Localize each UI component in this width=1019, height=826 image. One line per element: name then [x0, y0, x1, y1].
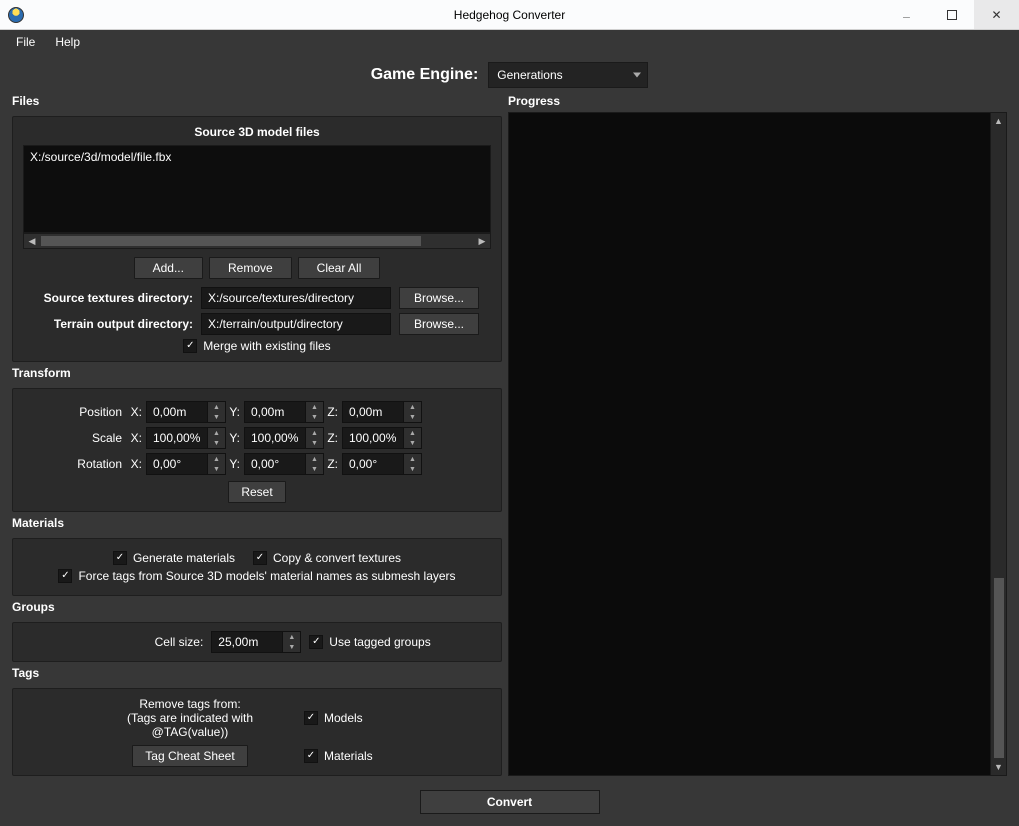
gen-materials-label: Generate materials	[133, 551, 235, 565]
merge-label: Merge with existing files	[203, 339, 330, 353]
tags-section-title: Tags	[12, 666, 502, 680]
tags-models-label: Models	[324, 711, 363, 725]
engine-value: Generations	[497, 68, 562, 82]
progress-output: ▲ ▼	[508, 112, 1007, 776]
scale-y-label: Y:	[226, 431, 244, 445]
tags-hint: Remove tags from: (Tags are indicated wi…	[90, 697, 290, 739]
engine-label: Game Engine:	[371, 66, 479, 84]
pos-z-label: Z:	[324, 405, 342, 419]
scale-z-input[interactable]: 100,00%▲▼	[342, 427, 422, 449]
files-section-title: Files	[12, 94, 502, 108]
menu-help[interactable]: Help	[47, 33, 88, 51]
force-tags-checkbox[interactable]	[58, 569, 72, 583]
textures-browse-button[interactable]: Browse...	[399, 287, 479, 309]
scale-y-input[interactable]: 100,00%▲▼	[244, 427, 324, 449]
window-title: Hedgehog Converter	[0, 8, 1019, 22]
vscroll-thumb[interactable]	[994, 578, 1004, 758]
hscroll-thumb[interactable]	[41, 236, 421, 246]
reset-button[interactable]: Reset	[228, 481, 285, 503]
scroll-up-icon[interactable]: ▲	[991, 113, 1006, 129]
output-input[interactable]	[201, 313, 391, 335]
pos-y-input[interactable]: 0,00m▲▼	[244, 401, 324, 423]
gen-materials-checkbox[interactable]	[113, 551, 127, 565]
progress-section-title: Progress	[508, 94, 1007, 108]
scale-x-label: X:	[128, 431, 146, 445]
groups-panel: Cell size: 25,00m▲▼ Use tagged groups	[12, 622, 502, 662]
engine-combo[interactable]: Generations	[488, 62, 648, 88]
tags-materials-label: Materials	[324, 749, 373, 763]
output-browse-button[interactable]: Browse...	[399, 313, 479, 335]
convert-button[interactable]: Convert	[420, 790, 600, 814]
clear-button[interactable]: Clear All	[298, 257, 381, 279]
transform-section-title: Transform	[12, 366, 502, 380]
rot-z-input[interactable]: 0,00°▲▼	[342, 453, 422, 475]
pos-z-input[interactable]: 0,00m▲▼	[342, 401, 422, 423]
output-label: Terrain output directory:	[23, 317, 193, 331]
copy-textures-label: Copy & convert textures	[273, 551, 401, 565]
position-label: Position	[23, 405, 128, 419]
force-tags-label: Force tags from Source 3D models' materi…	[78, 569, 455, 583]
scale-z-label: Z:	[324, 431, 342, 445]
tagged-groups-label: Use tagged groups	[329, 635, 430, 649]
rot-x-input[interactable]: 0,00°▲▼	[146, 453, 226, 475]
textures-input[interactable]	[201, 287, 391, 309]
files-heading: Source 3D model files	[23, 125, 491, 139]
chevron-down-icon	[633, 73, 641, 78]
copy-textures-checkbox[interactable]	[253, 551, 267, 565]
cell-size-input[interactable]: 25,00m▲▼	[211, 631, 301, 653]
files-panel: Source 3D model files X:/source/3d/model…	[12, 116, 502, 362]
materials-section-title: Materials	[12, 516, 502, 530]
scale-x-input[interactable]: 100,00%▲▼	[146, 427, 226, 449]
rotation-label: Rotation	[23, 457, 128, 471]
rot-z-label: Z:	[324, 457, 342, 471]
scale-label: Scale	[23, 431, 128, 445]
file-list[interactable]: X:/source/3d/model/file.fbx	[23, 145, 491, 233]
rot-x-label: X:	[128, 457, 146, 471]
tags-panel: Remove tags from: (Tags are indicated wi…	[12, 688, 502, 776]
file-list-item[interactable]: X:/source/3d/model/file.fbx	[30, 150, 484, 164]
rot-y-input[interactable]: 0,00°▲▼	[244, 453, 324, 475]
add-button[interactable]: Add...	[134, 257, 203, 279]
cell-size-label: Cell size:	[83, 635, 203, 649]
tags-materials-checkbox[interactable]	[304, 749, 318, 763]
pos-y-label: Y:	[226, 405, 244, 419]
tagged-groups-checkbox[interactable]	[309, 635, 323, 649]
titlebar: Hedgehog Converter _ ✕	[0, 0, 1019, 30]
groups-section-title: Groups	[12, 600, 502, 614]
textures-label: Source textures directory:	[23, 291, 193, 305]
pos-x-input[interactable]: 0,00m▲▼	[146, 401, 226, 423]
file-list-hscroll[interactable]: ◀ ▶	[23, 233, 491, 249]
tags-models-checkbox[interactable]	[304, 711, 318, 725]
menubar: File Help	[0, 30, 1019, 54]
remove-button[interactable]: Remove	[209, 257, 292, 279]
scroll-left-icon[interactable]: ◀	[24, 236, 40, 247]
transform-panel: Position X: 0,00m▲▼ Y: 0,00m▲▼ Z: 0,00m▲…	[12, 388, 502, 512]
tag-cheat-sheet-button[interactable]: Tag Cheat Sheet	[132, 745, 247, 767]
rot-y-label: Y:	[226, 457, 244, 471]
merge-checkbox[interactable]	[183, 339, 197, 353]
materials-panel: Generate materials Copy & convert textur…	[12, 538, 502, 596]
progress-vscroll[interactable]: ▲ ▼	[990, 113, 1006, 775]
scroll-right-icon[interactable]: ▶	[474, 236, 490, 247]
pos-x-label: X:	[128, 405, 146, 419]
menu-file[interactable]: File	[8, 33, 43, 51]
engine-row: Game Engine: Generations	[0, 54, 1019, 94]
scroll-down-icon[interactable]: ▼	[991, 759, 1006, 775]
